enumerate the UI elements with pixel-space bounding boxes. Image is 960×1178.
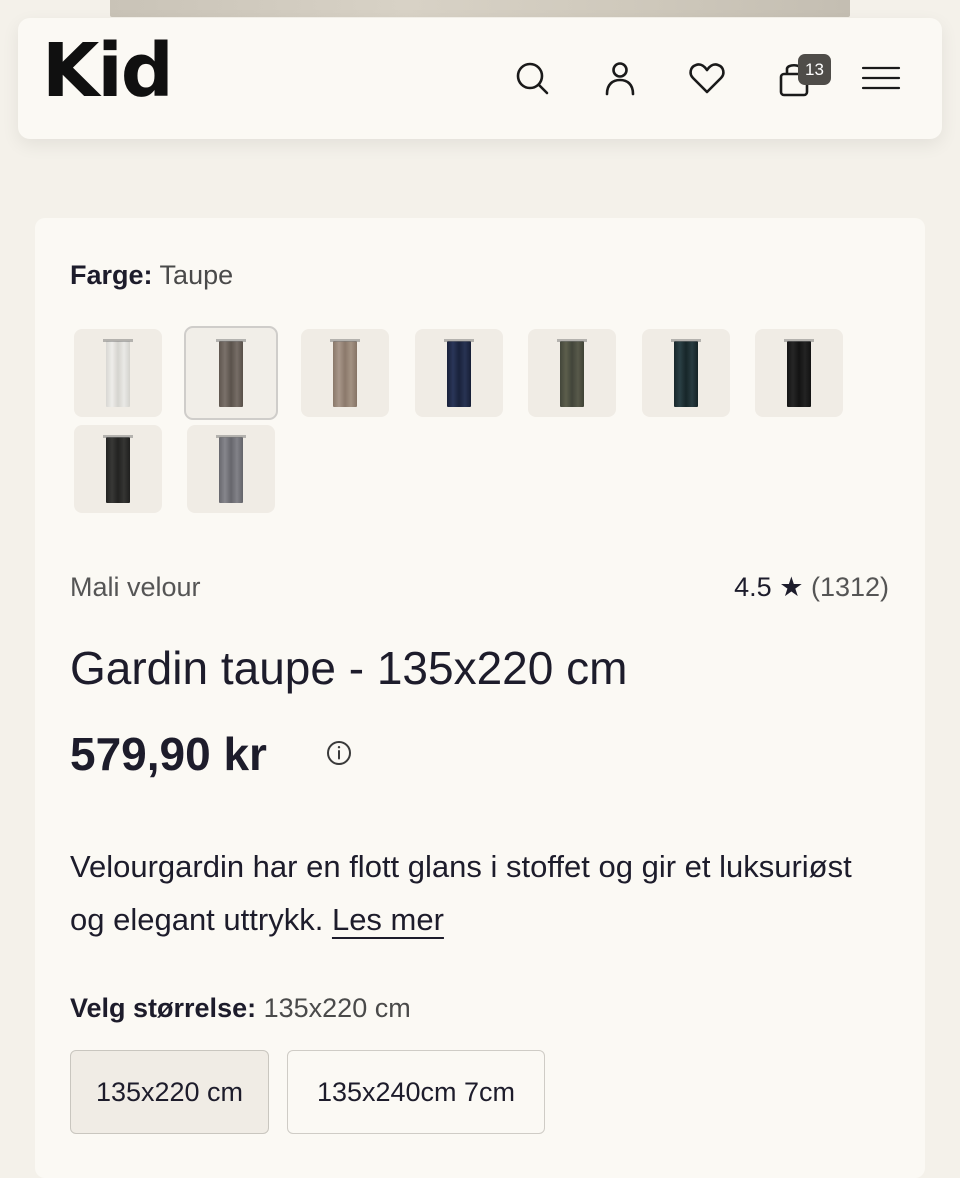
size-option-135x240[interactable]: 135x240cm 7cm: [287, 1050, 545, 1134]
swatch-taupe[interactable]: [184, 326, 278, 420]
curtain-thumbnail: [557, 339, 587, 407]
swatch-olive[interactable]: [528, 329, 616, 417]
curtain-thumbnail: [216, 435, 246, 503]
color-label: Farge:: [70, 260, 153, 290]
rating-value: 4.5: [734, 572, 772, 602]
star-icon: ★: [779, 572, 804, 602]
swatch-dark-green[interactable]: [642, 329, 730, 417]
menu-icon[interactable]: [861, 58, 901, 98]
logo[interactable]: Kid: [42, 34, 174, 108]
cart-count-badge: 13: [798, 54, 831, 85]
curtain-thumbnail: [330, 339, 360, 407]
review-count: (1312): [810, 572, 889, 602]
read-more-link[interactable]: Les mer: [332, 902, 444, 937]
size-option-135x220[interactable]: 135x220 cm: [70, 1050, 269, 1134]
hero-image-strip: [110, 0, 850, 17]
swatch-grey[interactable]: [187, 425, 275, 513]
curtain-thumbnail: [671, 339, 701, 407]
swatch-white[interactable]: [74, 329, 162, 417]
curtain-thumbnail: [216, 339, 246, 407]
color-selector-label: Farge: Taupe: [70, 260, 233, 291]
info-icon[interactable]: [325, 739, 353, 767]
product-brand[interactable]: Mali velour: [70, 572, 201, 603]
site-header: Kid 13: [18, 18, 942, 139]
size-value: 135x220 cm: [263, 993, 411, 1023]
product-description: Velourgardin har en flott glans i stoffe…: [70, 840, 870, 946]
curtain-thumbnail: [103, 435, 133, 503]
product-rating[interactable]: 4.5 ★ (1312): [734, 572, 889, 603]
product-card: Farge: Taupe Mali velour 4.5 ★ (1312) Ga…: [35, 218, 925, 1178]
search-icon[interactable]: [512, 58, 552, 98]
user-icon[interactable]: [600, 58, 640, 98]
product-title: Gardin taupe - 135x220 cm: [70, 642, 628, 694]
size-label: Velg størrelse:: [70, 993, 257, 1023]
description-text: Velourgardin har en flott glans i stoffe…: [70, 849, 852, 937]
curtain-thumbnail: [784, 339, 814, 407]
size-selector-label: Velg størrelse: 135x220 cm: [70, 993, 411, 1024]
swatch-black[interactable]: [755, 329, 843, 417]
swatch-navy[interactable]: [415, 329, 503, 417]
swatch-charcoal[interactable]: [74, 425, 162, 513]
swatch-beige[interactable]: [301, 329, 389, 417]
heart-icon[interactable]: [687, 58, 727, 98]
curtain-thumbnail: [444, 339, 474, 407]
curtain-thumbnail: [103, 339, 133, 407]
product-price: 579,90 kr: [70, 728, 267, 780]
color-value: Taupe: [159, 260, 234, 290]
